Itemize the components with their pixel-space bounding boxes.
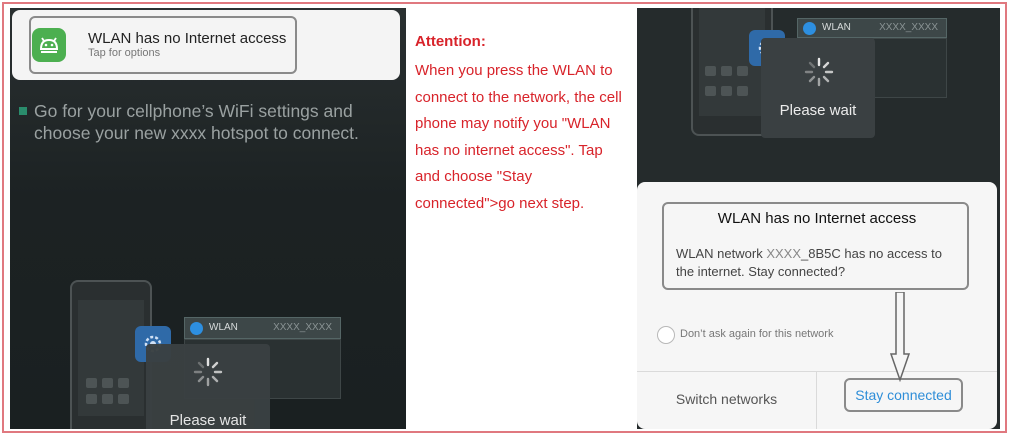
app-dot xyxy=(705,66,716,76)
please-wait-label: Please wait xyxy=(779,102,857,119)
phone-screen xyxy=(78,300,144,416)
app-dot xyxy=(705,86,716,96)
switch-networks-button[interactable]: Switch networks xyxy=(637,372,817,429)
app-dot xyxy=(86,394,97,404)
pointer-arrow-icon xyxy=(889,292,911,382)
please-wait-label: Please wait xyxy=(169,412,247,429)
spinner-icon xyxy=(804,57,834,87)
wlan-label: WLAN xyxy=(209,322,238,333)
dialog-buttons: Switch networks Stay connected xyxy=(637,371,997,429)
app-dot xyxy=(102,378,113,388)
app-dot xyxy=(737,66,748,76)
app-dot xyxy=(721,86,732,96)
wlan-ssid: XXXX_XXXX xyxy=(879,22,938,33)
bullet-icon xyxy=(19,107,27,115)
no-internet-dialog: WLAN has no Internet access WLAN network… xyxy=(637,182,997,429)
app-dot xyxy=(118,378,129,388)
app-dot xyxy=(86,378,97,388)
app-dot xyxy=(737,86,748,96)
wifi-icon xyxy=(803,22,816,35)
highlight-box xyxy=(29,16,297,74)
attention-heading: Attention: xyxy=(415,33,486,50)
dont-ask-label: Don’t ask again for this network xyxy=(680,328,834,340)
please-wait-dialog: Please wait xyxy=(761,38,875,138)
highlight-box xyxy=(662,202,969,290)
wlan-ssid: XXXX_XXXX xyxy=(273,322,332,333)
please-wait-dialog: Please wait xyxy=(146,344,270,429)
wlan-row[interactable]: WLAN XXXX_XXXX xyxy=(184,317,341,339)
app-dot xyxy=(721,66,732,76)
app-dot xyxy=(102,394,113,404)
spinner-icon xyxy=(193,357,223,387)
stay-connected-button[interactable]: Stay connected xyxy=(844,378,963,412)
dont-ask-radio[interactable] xyxy=(657,326,675,344)
left-screenshot: WLAN has no Internet access Tap for opti… xyxy=(10,8,406,429)
app-dot xyxy=(118,394,129,404)
notification-card[interactable]: WLAN has no Internet access Tap for opti… xyxy=(12,10,400,80)
attention-body: When you press the WLAN to connect to th… xyxy=(415,62,622,212)
wlan-row[interactable]: WLAN XXXX_XXXX xyxy=(797,18,947,38)
right-screenshot: WLAN XXXX_XXXX Please wait WLAN has no I… xyxy=(637,8,1000,429)
instruction-text: Go for your cellphone’s WiFi settings an… xyxy=(34,101,359,143)
wifi-icon xyxy=(190,322,203,335)
wlan-label: WLAN xyxy=(822,22,851,33)
